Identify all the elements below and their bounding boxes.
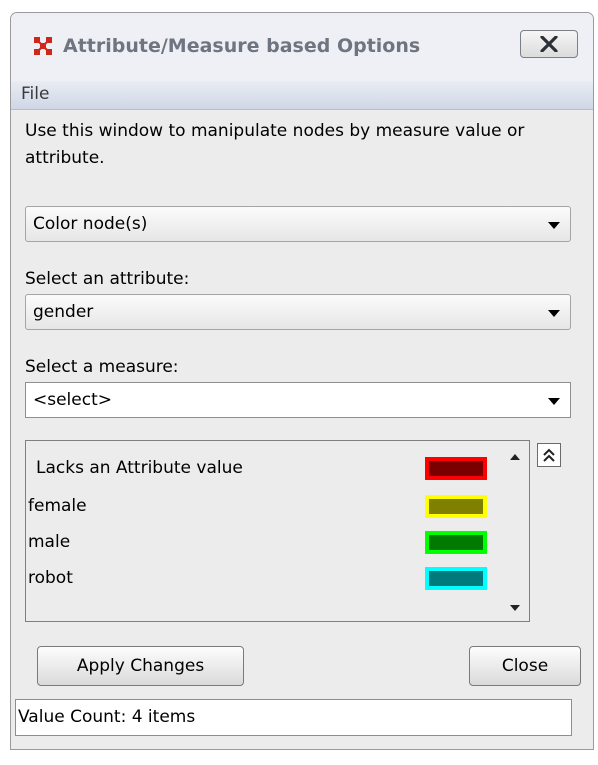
legend-list[interactable]: Lacks an Attribute value female male rob… <box>25 440 530 622</box>
color-swatch[interactable] <box>425 457 487 480</box>
network-nodes-icon <box>34 37 52 55</box>
chevron-down-icon <box>548 310 560 317</box>
status-bar: Value Count: 4 items <box>15 699 572 736</box>
action-select-value: Color node(s) <box>33 214 148 234</box>
window-close-button[interactable] <box>520 30 578 58</box>
action-select[interactable]: Color node(s) <box>25 206 571 242</box>
color-swatch[interactable] <box>425 531 487 554</box>
double-chevron-up-icon <box>543 448 555 462</box>
title-bar[interactable]: Attribute/Measure based Options <box>11 13 593 81</box>
attribute-select-value: gender <box>33 302 94 322</box>
attribute-label: Select an attribute: <box>25 269 190 289</box>
menu-file[interactable]: File <box>21 84 49 104</box>
list-item[interactable]: robot <box>26 562 496 596</box>
collapse-button[interactable] <box>537 443 561 467</box>
chevron-down-icon <box>548 222 560 229</box>
window-title: Attribute/Measure based Options <box>63 35 421 57</box>
list-item[interactable]: male <box>26 526 496 560</box>
close-button[interactable]: Close <box>469 646 581 686</box>
menu-bar: File <box>11 81 593 110</box>
measure-select[interactable]: <select> <box>25 382 571 418</box>
list-item[interactable]: Lacks an Attribute value <box>26 452 496 486</box>
list-item-label: male <box>28 532 71 552</box>
apply-changes-button[interactable]: Apply Changes <box>37 646 244 686</box>
list-item-label: female <box>28 496 87 516</box>
value-count-text: Value Count: 4 items <box>18 707 196 727</box>
color-swatch[interactable] <box>425 567 487 590</box>
scroll-up-icon[interactable] <box>510 454 520 460</box>
description-text: Use this window to manipulate nodes by m… <box>25 121 525 168</box>
color-swatch[interactable] <box>425 495 487 518</box>
chevron-down-icon <box>548 398 560 405</box>
measure-select-value: <select> <box>33 390 112 410</box>
scroll-down-icon[interactable] <box>510 605 520 611</box>
attribute-select[interactable]: gender <box>25 294 571 330</box>
list-item[interactable]: female <box>26 490 496 524</box>
list-scrollbar[interactable] <box>501 441 529 621</box>
measure-label: Select a measure: <box>25 357 179 377</box>
close-icon <box>540 36 558 52</box>
list-item-label: Lacks an Attribute value <box>36 458 243 478</box>
list-item-label: robot <box>28 568 73 588</box>
